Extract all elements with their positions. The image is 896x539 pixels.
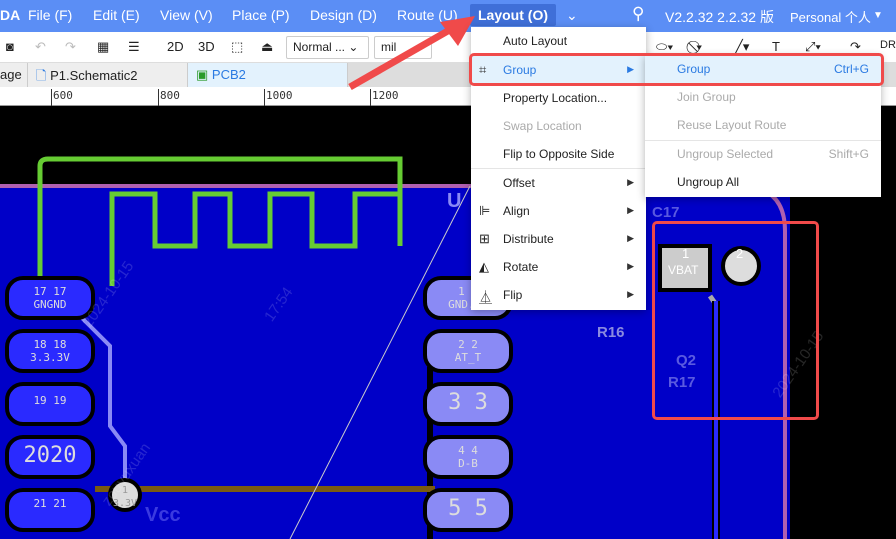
flip-icon: ⏅ <box>479 290 493 305</box>
drc-button[interactable]: DRC <box>880 39 896 51</box>
library-icon[interactable]: ◙ <box>6 39 14 54</box>
item-label: Offset <box>503 176 535 190</box>
item-label: Flip <box>503 288 523 302</box>
submenu-arrow-icon: ▶ <box>627 205 634 215</box>
redo-icon[interactable]: ↷ <box>65 39 76 55</box>
item-label: Property Location... <box>503 91 608 105</box>
label-r16: R16 <box>597 324 625 341</box>
menu-item-flip[interactable]: ⏅ Flip ▶ <box>471 281 646 309</box>
menu-item-offset[interactable]: Offset ▶ <box>471 169 646 197</box>
tab-label: age <box>0 67 22 82</box>
item-label: Ungroup Selected <box>677 147 774 161</box>
item-label: Rotate <box>503 260 539 274</box>
ruler-tick: 800 <box>158 89 180 106</box>
app-logo: DA <box>0 7 21 23</box>
rotate-icon: ◭ <box>479 259 489 274</box>
tab-schematic[interactable]: 🗋 P1.Schematic2 <box>28 63 188 87</box>
annotation-arrow <box>348 16 475 91</box>
caret-down-icon[interactable]: ▼ <box>873 10 883 21</box>
tab-label: P1.Schematic2 <box>50 68 138 83</box>
distribute-icon: ⊞ <box>479 231 490 246</box>
pad-3[interactable]: 3 3 <box>423 382 513 426</box>
search-icon[interactable]: ⚲ <box>632 4 644 24</box>
item-label: Reuse Layout Route <box>677 118 787 132</box>
submenu-arrow-icon: ▶ <box>627 261 634 271</box>
ruler-tick: 600 <box>51 89 73 106</box>
pad-17[interactable]: 17 17 GNGND <box>5 276 95 320</box>
menu-item-rotate[interactable]: ◭ Rotate ▶ <box>471 253 646 281</box>
version-label: V2.2.32 2.2.32 版 <box>665 9 774 25</box>
pcb-label-u: U <box>447 190 462 212</box>
menu-view[interactable]: View (V) <box>160 7 213 23</box>
shortcut-label: Shift+G <box>828 147 869 161</box>
board-icon[interactable]: ⏏ <box>261 39 273 55</box>
submenu-arrow-icon: ▶ <box>627 177 634 187</box>
menu-item-flip-opposite[interactable]: Flip to Opposite Side <box>471 140 646 168</box>
item-label: Flip to Opposite Side <box>503 147 615 161</box>
menu-item-property-location[interactable]: Property Location... <box>471 84 646 112</box>
pad-20[interactable]: 2020 <box>5 435 95 479</box>
ruler-tick: 1000 <box>264 89 293 106</box>
menu-item-align[interactable]: ⊫ Align ▶ <box>471 197 646 225</box>
tab-label: PCB2 <box>211 67 246 82</box>
menu-place[interactable]: Place (P) <box>232 7 290 23</box>
view-3d-button[interactable]: 3D <box>198 39 215 54</box>
item-label: Auto Layout <box>503 34 568 48</box>
submenu-item-join-group[interactable]: Join Group <box>645 83 881 111</box>
item-label: Join Group <box>677 90 736 104</box>
menu-layout[interactable]: Layout (O) <box>470 4 556 26</box>
highlight-group-menu <box>469 53 884 86</box>
submenu-arrow-icon: ▶ <box>627 289 634 299</box>
pcb-file-icon: ▣ <box>196 67 212 82</box>
pad-18[interactable]: 18 18 3.3.3V <box>5 329 95 373</box>
tab-pcb[interactable]: ▣ PCB2 <box>188 63 348 87</box>
label-c17: C17 <box>652 204 680 221</box>
submenu-arrow-icon: ▶ <box>627 233 634 243</box>
pcb-label-vcc: Vcc <box>145 504 181 526</box>
pad-5[interactable]: 5 5 <box>423 488 513 532</box>
pad-4[interactable]: 4 4 D-B <box>423 435 513 479</box>
item-label: Align <box>503 204 530 218</box>
grid-icon[interactable]: ▦ <box>97 39 109 55</box>
more-chevron-icon[interactable]: ⌄ <box>566 7 578 24</box>
submenu-item-reuse-layout-route[interactable]: Reuse Layout Route <box>645 111 881 139</box>
submenu-item-ungroup-all[interactable]: Ungroup All <box>645 168 881 196</box>
align-icon: ⊫ <box>479 203 491 218</box>
menu-item-auto-layout[interactable]: Auto Layout <box>471 27 646 55</box>
pad-2[interactable]: 2 2 AT_T <box>423 329 513 373</box>
menu-file[interactable]: File (F) <box>28 7 72 23</box>
menu-edit[interactable]: Edit (E) <box>93 7 140 23</box>
submenu-item-ungroup-selected[interactable]: Ungroup Selected Shift+G <box>645 140 881 168</box>
menu-item-distribute[interactable]: ⊞ Distribute ▶ <box>471 225 646 253</box>
find-icon[interactable]: ☰ <box>128 39 140 55</box>
highlight-group-box <box>652 221 819 420</box>
schematic-file-icon: 🗋 <box>36 68 51 83</box>
item-label: Ungroup All <box>677 175 740 189</box>
account-menu[interactable]: Personal 个人 <box>790 7 871 26</box>
pad-19[interactable]: 19 19 <box>5 382 95 426</box>
zoom-area-icon[interactable]: ⬚ <box>231 39 243 55</box>
tab-page[interactable]: age <box>0 63 28 87</box>
layer-select-value: Normal ... <box>293 40 346 54</box>
text-icon[interactable]: T <box>772 39 780 54</box>
pad-21[interactable]: 21 21 <box>5 488 95 532</box>
view-2d-button[interactable]: 2D <box>167 39 184 54</box>
menu-item-swap-location[interactable]: Swap Location <box>471 112 646 140</box>
undo-icon[interactable]: ↶ <box>35 39 46 55</box>
item-label: Distribute <box>503 232 554 246</box>
item-label: Swap Location <box>503 119 582 133</box>
